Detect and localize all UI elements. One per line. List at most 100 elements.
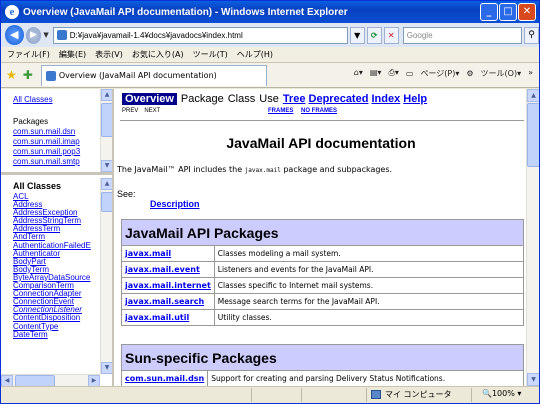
package-list: All Classes Packages com.sun.mail.dsn co… (13, 95, 80, 167)
scroll-up-arrow-icon[interactable]: ▲ (527, 89, 539, 102)
see-label: See: (117, 189, 136, 199)
page-menu-label: ページ(P) (420, 69, 456, 78)
package-name-link[interactable]: javax.mail (121, 245, 215, 262)
scroll-down-arrow-icon[interactable]: ▼ (101, 362, 112, 374)
packages-table: JavaMail API Packages javax.mail Classes … (121, 219, 525, 326)
table-row: javax.mail.search Message search terms fo… (121, 293, 525, 310)
sun-table-heading: Sun-specific Packages (121, 344, 524, 371)
content-area: All Classes Packages com.sun.mail.dsn co… (1, 89, 539, 386)
hscroll-thumb[interactable] (15, 375, 55, 386)
package-name-link[interactable]: com.sun.mail.dsn (120, 370, 209, 386)
status-divider (471, 388, 472, 402)
close-button[interactable]: ✕ (518, 3, 536, 21)
scroll-down-arrow-icon[interactable]: ▼ (101, 160, 112, 172)
menu-help[interactable]: ヘルプ(H) (237, 49, 273, 60)
print-icon[interactable]: ⎙▾ (388, 68, 398, 79)
tab-row: ★ ✚ Overview (JavaMail API documentation… (1, 63, 539, 88)
menu-view[interactable]: 表示(V) (95, 49, 123, 60)
intro-text-end: package and subpackages. (280, 165, 393, 174)
address-dropdown-icon[interactable]: ▼ (349, 26, 365, 44)
package-description: Classes modeling a mail system. (213, 245, 525, 262)
package-description: Utility classes. (213, 309, 525, 326)
description-link[interactable]: Description (150, 199, 200, 209)
class-frame-scrollbar[interactable]: ▲ ▼ (100, 178, 112, 374)
scroll-right-arrow-icon[interactable]: ▶ (88, 375, 100, 386)
search-input[interactable]: Google (402, 26, 523, 44)
package-frame-scrollbar[interactable]: ▲ ▼ (100, 89, 112, 172)
nav-tree[interactable]: Tree (283, 93, 306, 105)
security-zone: マイ コンピュータ (371, 389, 452, 400)
table-row: com.sun.mail.dsn Support for creating and… (120, 370, 524, 386)
history-dropdown-icon[interactable]: ▼ (43, 31, 48, 39)
class-list-heading: All Classes (13, 181, 62, 191)
page-icon (56, 30, 67, 40)
menu-tools[interactable]: ツール(T) (193, 49, 228, 60)
page-menu[interactable]: ▭ ページ(P)▾ (406, 68, 459, 79)
home-icon[interactable]: ⌂▾ (354, 68, 363, 79)
feeds-icon[interactable]: ▤▾ (370, 68, 382, 79)
menu-favorites[interactable]: お気に入り(A) (132, 49, 184, 60)
packages-table-heading: JavaMail API Packages (121, 219, 524, 246)
packages-label: Packages (13, 117, 49, 126)
scroll-down-arrow-icon[interactable]: ▼ (527, 373, 539, 386)
package-link[interactable]: com.sun.mail.smtp (13, 157, 80, 167)
scroll-left-arrow-icon[interactable]: ◀ (1, 375, 13, 386)
tools-menu-label: ツール(O) (480, 69, 518, 78)
favorites-star-icon[interactable]: ★ (6, 68, 17, 82)
add-favorite-icon[interactable]: ✚ (23, 68, 33, 82)
tools-menu[interactable]: ⚙ ツール(O)▾ (466, 68, 521, 79)
status-bar: マイ コンピュータ 🔍100% ▾ (1, 386, 539, 403)
package-name-link[interactable]: javax.mail.search (121, 293, 215, 310)
maximize-button[interactable]: □ (499, 3, 517, 21)
title-bar: e Overview (JavaMail API documentation) … (1, 1, 539, 23)
refresh-icon[interactable]: ⟳ (366, 26, 382, 44)
ie-logo-icon: e (5, 5, 19, 19)
search-icon[interactable]: ⚲ (524, 26, 540, 44)
intro-text: The JavaMail™ API includes the javax.mai… (117, 165, 392, 174)
all-classes-link[interactable]: All Classes (13, 95, 80, 105)
menu-file[interactable]: ファイル(F) (7, 49, 50, 60)
nav-deprecated[interactable]: Deprecated (309, 93, 369, 105)
class-frame-hscrollbar[interactable]: ◀ ▶ (1, 374, 100, 386)
status-divider (251, 388, 252, 402)
class-list-frame: All Classes ACL Address AddressException Ad… (1, 178, 112, 386)
class-link[interactable]: DateTerm (13, 330, 91, 339)
computer-icon (371, 390, 381, 399)
scroll-thumb[interactable] (101, 192, 112, 212)
package-name-link[interactable]: javax.mail.util (121, 309, 215, 326)
package-name-link[interactable]: javax.mail.internet (121, 277, 215, 294)
nav-help[interactable]: Help (403, 93, 427, 105)
scroll-thumb[interactable] (101, 103, 112, 137)
nav-index[interactable]: Index (372, 93, 401, 105)
forward-button[interactable]: ▶ (25, 26, 42, 44)
main-frame: Overview Package Class Use Tree Deprecat… (116, 89, 539, 386)
no-frames-link[interactable]: NO FRAMES (301, 108, 337, 114)
nav-use: Use (259, 93, 279, 105)
package-list-frame: All Classes Packages com.sun.mail.dsn co… (1, 89, 112, 175)
stop-icon[interactable]: ✕ (383, 26, 399, 44)
more-icon[interactable]: » (528, 68, 533, 79)
package-description: Listeners and events for the JavaMail AP… (213, 261, 525, 278)
address-field[interactable]: D:¥java¥javamail-1.4¥docs¥javadocs¥index… (52, 26, 348, 44)
zoom-control[interactable]: 🔍100% ▾ (482, 389, 521, 398)
scroll-up-arrow-icon[interactable]: ▲ (101, 178, 112, 190)
minimize-button[interactable]: _ (480, 3, 498, 21)
package-link[interactable]: com.sun.mail.pop3 (13, 147, 80, 157)
scroll-thumb[interactable] (527, 103, 539, 167)
package-name-link[interactable]: javax.mail.event (121, 261, 215, 278)
main-frame-scrollbar[interactable]: ▲ ▼ (526, 89, 539, 386)
scroll-up-arrow-icon[interactable]: ▲ (101, 89, 112, 101)
table-row: javax.mail.internet Classes specific to I… (121, 277, 525, 294)
back-button[interactable]: ◀ (5, 25, 24, 45)
sun-packages-table: Sun-specific Packages com.sun.mail.dsn Su… (120, 344, 524, 386)
divider (120, 120, 524, 121)
table-row: javax.mail Classes modeling a mail system… (121, 245, 525, 262)
address-url: D:¥java¥javamail-1.4¥docs¥javadocs¥index… (69, 30, 243, 40)
menu-edit[interactable]: 編集(E) (59, 49, 86, 60)
frames-link[interactable]: FRAMES (268, 108, 293, 114)
tab-overview[interactable]: Overview (JavaMail API documentation) (40, 64, 267, 86)
intro-text-start: The JavaMail™ API includes the (117, 165, 245, 174)
package-link[interactable]: com.sun.mail.dsn (13, 127, 80, 137)
package-link[interactable]: com.sun.mail.imap (13, 137, 80, 147)
page-icon (45, 70, 56, 81)
